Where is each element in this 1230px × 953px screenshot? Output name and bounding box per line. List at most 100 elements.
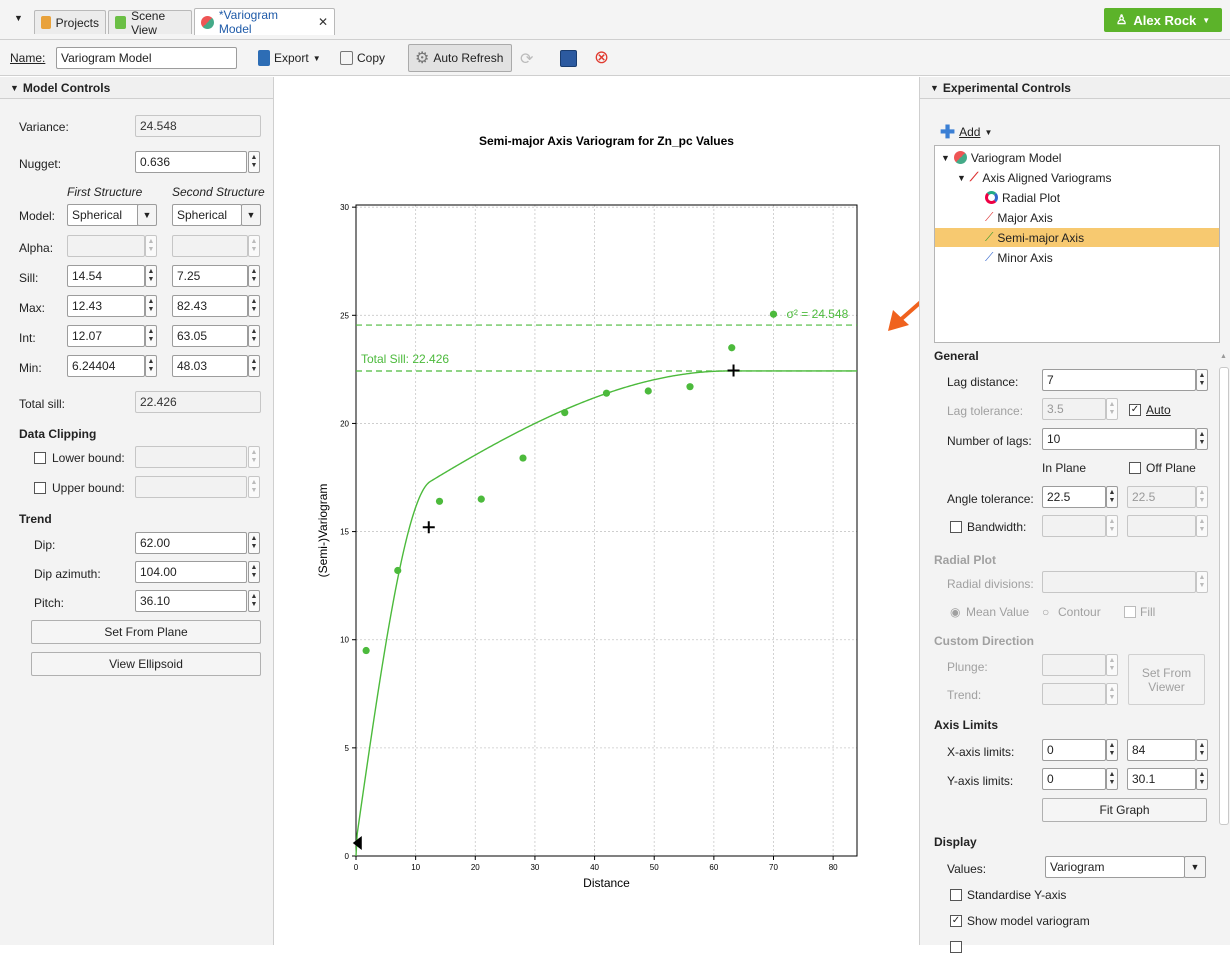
variogram-point bbox=[686, 383, 694, 391]
dip-field[interactable]: 62.00 bbox=[135, 532, 247, 554]
set-from-plane-button[interactable]: Set From Plane bbox=[31, 620, 261, 644]
tab-variogram-model[interactable]: *Variogram Model ✕ bbox=[194, 8, 335, 36]
pitch-field[interactable]: 36.10 bbox=[135, 590, 247, 612]
pitch-stepper[interactable]: ▲ ▼ bbox=[248, 590, 260, 612]
show-model-variogram-checkbox[interactable]: ✓ bbox=[950, 915, 962, 927]
copy-button[interactable]: Copy bbox=[340, 47, 385, 69]
y-max-field[interactable]: 30.1 bbox=[1127, 768, 1196, 790]
range-marker-plus bbox=[727, 364, 740, 377]
num-lags-field[interactable]: 10 bbox=[1042, 428, 1196, 450]
off-plane-checkbox[interactable] bbox=[1129, 462, 1141, 474]
x-tick-label: 40 bbox=[590, 863, 599, 872]
sill-second-field[interactable]: 7.25 bbox=[172, 265, 248, 287]
model-controls-header[interactable]: ▼ Model Controls bbox=[0, 77, 273, 99]
mean-value-radio[interactable]: ◉ bbox=[950, 605, 960, 619]
num-lags-label: Number of lags: bbox=[947, 434, 1032, 448]
close-icon[interactable]: ✕ bbox=[318, 15, 328, 29]
model-second-select[interactable]: Spherical bbox=[172, 204, 242, 226]
max-first-stepper[interactable]: ▲ ▼ bbox=[145, 295, 157, 317]
tab-scene-view[interactable]: Scene View bbox=[108, 8, 192, 37]
y-tick-label: 0 bbox=[345, 852, 350, 861]
partial-checkbox[interactable] bbox=[950, 941, 962, 953]
chevron-down-icon[interactable]: ▼ bbox=[241, 204, 261, 226]
contour-radio[interactable]: ○ bbox=[1042, 605, 1049, 619]
min-second-stepper[interactable]: ▲ ▼ bbox=[248, 355, 260, 377]
angle-tolerance-field[interactable]: 22.5 bbox=[1042, 486, 1106, 508]
tree-item-variogram-model[interactable]: ▼ Variogram Model bbox=[941, 148, 1061, 167]
max-second-stepper[interactable]: ▲ ▼ bbox=[248, 295, 260, 317]
add-button[interactable]: ✚ Add ▼ bbox=[940, 121, 992, 143]
user-menu-button[interactable]: ♙ Alex Rock ▼ bbox=[1104, 8, 1222, 32]
x-tick-label: 20 bbox=[471, 863, 480, 872]
auto-checkbox[interactable]: ✓ bbox=[1129, 404, 1141, 416]
dip-azimuth-stepper[interactable]: ▲ ▼ bbox=[248, 561, 260, 583]
int-first-stepper[interactable]: ▲ ▼ bbox=[145, 325, 157, 347]
min-first-stepper[interactable]: ▲ ▼ bbox=[145, 355, 157, 377]
tree-item-semi-major-axis[interactable]: ⟋ Semi-major Axis bbox=[935, 228, 1219, 247]
max-first-field[interactable]: 12.43 bbox=[67, 295, 145, 317]
display-heading: Display bbox=[934, 835, 977, 849]
dip-stepper[interactable]: ▲ ▼ bbox=[248, 532, 260, 554]
refresh-icon[interactable]: ⟳ bbox=[520, 49, 533, 69]
x-tick-label: 50 bbox=[650, 863, 659, 872]
model-first-select[interactable]: Spherical bbox=[67, 204, 139, 226]
min-second-field[interactable]: 48.03 bbox=[172, 355, 248, 377]
scrollbar[interactable]: ▲ bbox=[1218, 353, 1230, 945]
view-ellipsoid-button[interactable]: View Ellipsoid bbox=[31, 652, 261, 676]
auto-refresh-toggle[interactable]: ⚙ Auto Refresh bbox=[408, 44, 512, 72]
collapse-icon: ▼ bbox=[930, 82, 939, 93]
x-min-stepper[interactable]: ▲ ▼ bbox=[1106, 739, 1118, 761]
sill-first-stepper[interactable]: ▲ ▼ bbox=[145, 265, 157, 287]
variogram-point bbox=[435, 497, 444, 505]
save-icon[interactable] bbox=[560, 50, 577, 67]
tree-item-minor-axis[interactable]: ⟋ Minor Axis bbox=[985, 248, 1053, 267]
nugget-stepper[interactable]: ▲ ▼ bbox=[248, 151, 260, 173]
tree-item-major-axis[interactable]: ⟋ Major Axis bbox=[985, 208, 1053, 227]
y-tick-label: 30 bbox=[340, 203, 349, 212]
values-select[interactable]: Variogram bbox=[1045, 856, 1185, 878]
plunge-label: Plunge: bbox=[947, 660, 988, 674]
tree-item-axis-aligned[interactable]: ▼ ⟋ Axis Aligned Variograms bbox=[957, 168, 1112, 187]
nugget-field[interactable]: 0.636 bbox=[135, 151, 247, 173]
int-first-field[interactable]: 12.07 bbox=[67, 325, 145, 347]
auto-label: Auto bbox=[1146, 403, 1171, 417]
tab-label: Scene View bbox=[131, 8, 166, 37]
chevron-down-icon[interactable]: ▼ bbox=[1184, 856, 1206, 878]
angle-tolerance-off-field: 22.5 bbox=[1127, 486, 1196, 508]
help-lifebuoy-icon[interactable]: ⊗ bbox=[594, 47, 609, 68]
sill-first-field[interactable]: 14.54 bbox=[67, 265, 145, 287]
x-min-field[interactable]: 0 bbox=[1042, 739, 1106, 761]
y-max-stepper[interactable]: ▲ ▼ bbox=[1196, 768, 1208, 790]
bandwidth-checkbox[interactable] bbox=[950, 521, 962, 533]
x-max-stepper[interactable]: ▲ ▼ bbox=[1196, 739, 1208, 761]
export-button[interactable]: Export ▼ bbox=[258, 47, 321, 69]
tree-item-radial-plot[interactable]: Radial Plot bbox=[985, 188, 1060, 207]
tab-menu-chevron-icon[interactable]: ▼ bbox=[14, 13, 23, 23]
min-first-field[interactable]: 6.24404 bbox=[67, 355, 145, 377]
name-input[interactable]: Variogram Model bbox=[56, 47, 237, 69]
fit-graph-button[interactable]: Fit Graph bbox=[1042, 798, 1207, 822]
scrollbar-thumb[interactable] bbox=[1219, 367, 1229, 825]
int-second-stepper[interactable]: ▲ ▼ bbox=[248, 325, 260, 347]
num-lags-stepper[interactable]: ▲ ▼ bbox=[1196, 428, 1208, 450]
fill-checkbox[interactable] bbox=[1124, 606, 1136, 618]
y-min-stepper[interactable]: ▲ ▼ bbox=[1106, 768, 1118, 790]
chevron-down-icon[interactable]: ▼ bbox=[137, 204, 157, 226]
lower-bound-checkbox[interactable] bbox=[34, 452, 46, 464]
max-second-field[interactable]: 82.43 bbox=[172, 295, 248, 317]
int-second-field[interactable]: 63.05 bbox=[172, 325, 248, 347]
x-max-field[interactable]: 84 bbox=[1127, 739, 1196, 761]
cube-icon bbox=[115, 16, 127, 29]
scroll-up-icon[interactable]: ▲ bbox=[1220, 353, 1227, 360]
sill-second-stepper[interactable]: ▲ ▼ bbox=[248, 265, 260, 287]
angle-tolerance-stepper[interactable]: ▲ ▼ bbox=[1106, 486, 1118, 508]
tab-projects[interactable]: Projects bbox=[34, 10, 106, 34]
lag-distance-stepper[interactable]: ▲ ▼ bbox=[1196, 369, 1208, 391]
experimental-controls-header[interactable]: ▼ Experimental Controls bbox=[920, 77, 1230, 99]
standardise-y-axis-checkbox[interactable] bbox=[950, 889, 962, 901]
trend-heading: Trend bbox=[19, 512, 52, 526]
y-min-field[interactable]: 0 bbox=[1042, 768, 1106, 790]
lag-distance-field[interactable]: 7 bbox=[1042, 369, 1196, 391]
dip-azimuth-field[interactable]: 104.00 bbox=[135, 561, 247, 583]
upper-bound-checkbox[interactable] bbox=[34, 482, 46, 494]
